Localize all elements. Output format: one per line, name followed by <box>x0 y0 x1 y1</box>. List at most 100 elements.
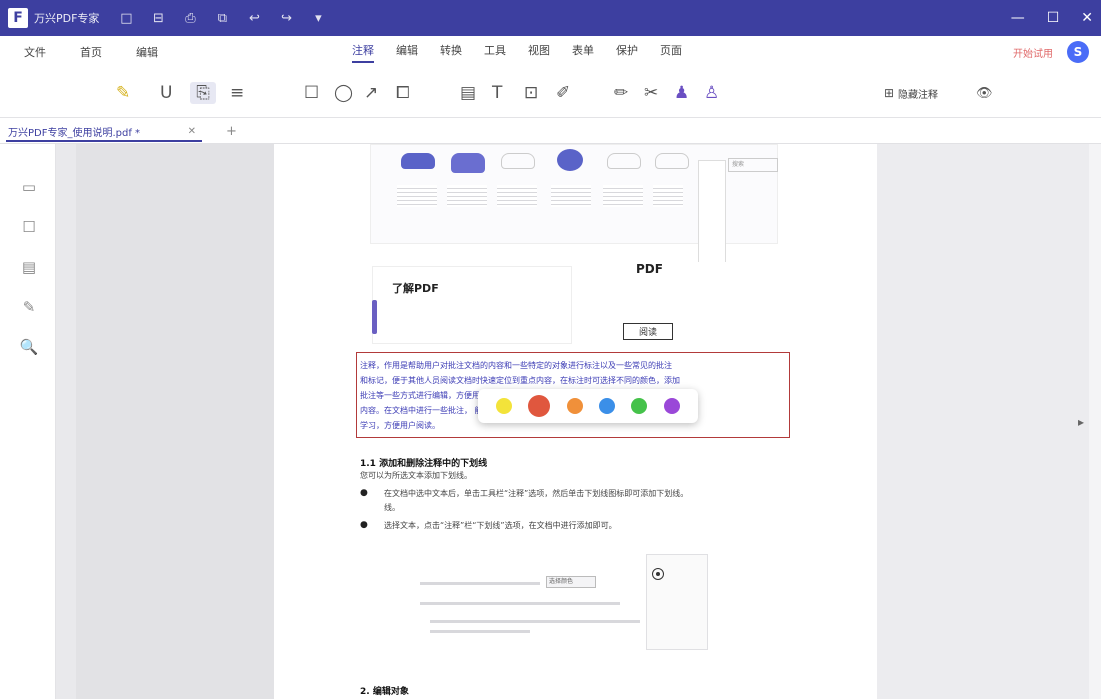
save-icon[interactable]: ⊟ <box>149 11 167 26</box>
expand-right-panel-icon[interactable]: ▸ <box>1078 415 1084 429</box>
tab-page[interactable]: 页面 <box>660 42 682 63</box>
bullet-icon: ● <box>360 520 368 530</box>
section-heading: 1.1 添加和删除注释中的下划线 <box>360 459 488 469</box>
eraser-icon[interactable]: ✂ <box>644 82 658 104</box>
underline-icon[interactable]: U <box>160 82 172 104</box>
annotation-toolbar: ✎ U ⎘ ≡ ☐ ◯ ↗ ⧠ ▤ T ⊡ ✐ ✏ ✂ ♟ ♙ ⊞ 隐藏注释 👁 <box>0 68 1101 118</box>
share-icon[interactable]: ⧉ <box>213 11 231 26</box>
body-text: 您可以为所选文本添加下划线。 <box>360 471 472 480</box>
figure-icon <box>607 153 641 169</box>
figure-field: 选择颜色 <box>546 576 596 588</box>
search-icon[interactable]: 🔍 <box>20 338 39 356</box>
pencil-icon[interactable]: ✏ <box>614 82 628 104</box>
app-logo: F <box>8 8 28 28</box>
app-name: 万兴PDF专家 <box>34 12 100 25</box>
avatar[interactable]: S <box>1067 41 1089 63</box>
page-gutter <box>76 144 274 699</box>
stamp-icon[interactable]: ♟ <box>674 82 689 104</box>
paragraph-line[interactable]: 和标记，便于其他人员阅读文档时快速定位到重点内容，在标注时可选择不同的颜色，添加 <box>360 375 786 386</box>
area-icon[interactable]: ⧠ <box>396 82 410 104</box>
color-swatch-red[interactable] <box>528 395 551 417</box>
figure-text <box>430 620 640 623</box>
markup-icon[interactable]: ⎘ <box>190 82 216 104</box>
maximize-icon[interactable]: ☐ <box>1047 10 1060 26</box>
undo-icon[interactable]: ↩ <box>245 11 263 26</box>
highlight-color-picker <box>478 389 698 423</box>
bullet-icon: ● <box>360 488 368 498</box>
tab-tools[interactable]: 工具 <box>484 42 506 63</box>
minimize-icon[interactable]: — <box>1011 10 1025 26</box>
circle-icon[interactable]: ◯ <box>334 82 353 104</box>
figure-title: 了解PDF <box>392 282 439 295</box>
rectangle-icon[interactable]: ☐ <box>304 82 319 104</box>
close-window-icon[interactable]: ✕ <box>1081 10 1093 26</box>
signature-icon[interactable]: ♙ <box>704 82 719 104</box>
arrow-icon[interactable]: ↗ <box>364 82 378 104</box>
eye-icon[interactable]: 👁 <box>976 82 993 104</box>
tab-form[interactable]: 表单 <box>572 42 594 63</box>
figure-icon <box>501 153 535 169</box>
menu-edit-left[interactable]: 编辑 <box>136 44 158 60</box>
figure-icon <box>451 153 485 173</box>
tab-view[interactable]: 视图 <box>528 42 550 63</box>
figure-text <box>420 582 540 585</box>
figure-text <box>397 185 437 207</box>
color-swatch-blue[interactable] <box>599 398 616 414</box>
document-tabs: 万兴PDF专家_使用说明.pdf * ✕ + <box>0 118 1101 144</box>
color-swatch-orange[interactable] <box>566 398 583 414</box>
left-sidebar: ▭ ☐ ▤ ✎ 🔍 <box>0 144 56 699</box>
new-file-icon[interactable]: □ <box>117 11 135 26</box>
figure-text <box>497 185 537 207</box>
comments-icon[interactable]: ▤ <box>20 258 38 276</box>
textbox-icon[interactable]: ⊡ <box>524 82 538 104</box>
color-swatch-yellow[interactable] <box>496 398 513 414</box>
strikethrough-icon[interactable]: ≡ <box>230 82 244 104</box>
figure-icon <box>401 153 435 169</box>
new-tab-icon[interactable]: + <box>226 124 237 139</box>
redo-icon[interactable]: ↪ <box>277 11 295 26</box>
print-icon[interactable]: ⎙ <box>181 11 199 26</box>
thumbnails-icon[interactable]: ▭ <box>20 178 38 196</box>
sticky-note-icon[interactable]: ▤ <box>460 82 476 104</box>
close-tab-icon[interactable]: ✕ <box>188 126 196 137</box>
figure-radio <box>652 568 664 580</box>
right-margin <box>877 144 1089 699</box>
tab-edit[interactable]: 编辑 <box>396 42 418 63</box>
menu-file[interactable]: 文件 <box>24 44 46 60</box>
attachment-icon[interactable]: ✎ <box>20 298 38 316</box>
figure-text <box>447 185 487 207</box>
embedded-screenshot-home <box>370 262 778 352</box>
pen-icon[interactable]: ✐ <box>556 82 570 104</box>
window-controls: — ☐ ✕ <box>1011 0 1093 36</box>
embedded-screenshot-underline <box>414 544 770 656</box>
figure-text <box>551 185 591 207</box>
bullet-text: 在文档中选中文本后，单击工具栏“注释”选项，然后单击下划线图标即可添加下划线。 <box>384 489 689 498</box>
paragraph-line[interactable]: 注释，作用是帮助用户对批注文档的内容和一些特定的对象进行标注以及一些常见的批注 <box>360 360 786 371</box>
vertical-scrollbar[interactable] <box>1089 144 1101 699</box>
highlight-icon[interactable]: ✎ <box>116 82 130 104</box>
customize-icon[interactable]: ▾ <box>309 11 327 26</box>
bookmark-icon[interactable]: ☐ <box>20 218 38 236</box>
hide-annotations-label[interactable]: 隐藏注释 <box>898 86 938 101</box>
figure-icon <box>557 149 583 171</box>
color-swatch-green[interactable] <box>631 398 648 414</box>
hide-annotations-icon[interactable]: ⊞ <box>884 82 894 104</box>
bullet-text: 选择文本，点击“注释”栏“下划线”选项，在文档中进行添加即可。 <box>384 521 617 530</box>
document-tab[interactable]: 万兴PDF专家_使用说明.pdf * ✕ <box>6 122 202 142</box>
section-heading: 2. 编辑对象 <box>360 687 409 697</box>
menu-home[interactable]: 首页 <box>80 44 102 60</box>
figure-dropdown <box>698 160 726 270</box>
title-bar: F 万兴PDF专家 □ ⊟ ⎙ ⧉ ↩ ↪ ▾ — ☐ ✕ <box>0 0 1101 36</box>
figure-icon <box>655 153 689 169</box>
figure-accent-bar <box>372 300 377 334</box>
figure-logo: PDF <box>636 262 663 276</box>
tab-protect[interactable]: 保护 <box>616 42 638 63</box>
tab-convert[interactable]: 转换 <box>440 42 462 63</box>
figure-search: 搜索 <box>728 158 778 172</box>
text-icon[interactable]: T <box>492 82 502 104</box>
tab-annotate[interactable]: 注释 <box>352 42 374 63</box>
trial-link[interactable]: 开始试用 <box>1013 45 1053 60</box>
figure-text <box>430 630 530 633</box>
color-swatch-purple[interactable] <box>663 398 680 414</box>
figure-text <box>653 185 683 207</box>
